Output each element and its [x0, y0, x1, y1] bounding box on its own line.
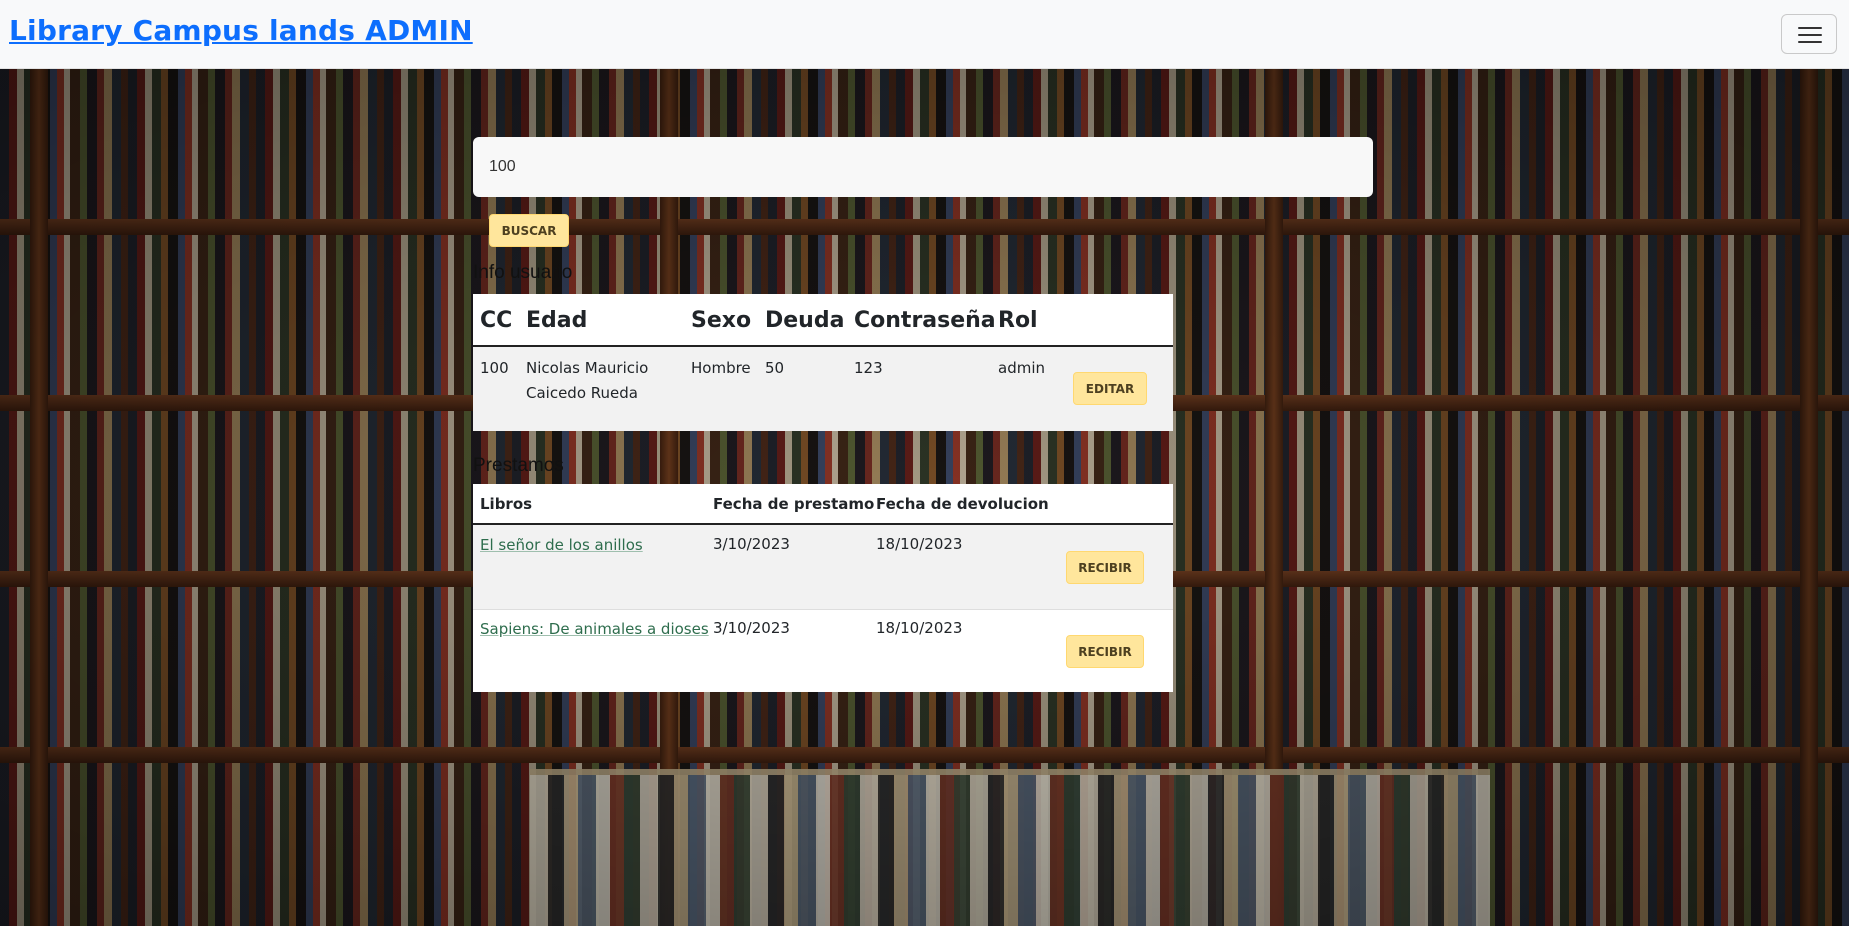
header-libros: Libros — [480, 495, 533, 513]
user-table: CC Edad Sexo Deuda Contraseña Rol 100 Ni… — [473, 294, 1173, 431]
book-link[interactable]: Sapiens: De animales a dioses — [480, 620, 709, 638]
brand-link[interactable]: Library Campus lands ADMIN — [9, 14, 473, 47]
user-deuda: 50 — [765, 359, 785, 377]
user-name: Nicolas Mauricio Caicedo Rueda — [526, 359, 649, 402]
return-date: 18/10/2023 — [876, 535, 963, 553]
header-loan-date: Fecha de prestamo — [713, 495, 875, 513]
header-return-date: Fecha de devolucion — [876, 495, 1049, 513]
header-password: Contraseña — [854, 308, 996, 333]
hamburger-menu-icon[interactable] — [1781, 14, 1837, 54]
user-rol: admin — [998, 359, 1045, 377]
header-edad: Edad — [526, 308, 588, 333]
loan-date: 3/10/2023 — [713, 535, 790, 553]
user-sexo: Hombre — [691, 359, 751, 377]
receive-button[interactable]: RECIBIR — [1066, 635, 1144, 668]
receive-button[interactable]: RECIBIR — [1066, 551, 1144, 584]
navbar: Library Campus lands ADMIN — [0, 0, 1849, 69]
search-button[interactable]: BUSCAR — [489, 214, 569, 247]
loans-section-title: Prestamos — [473, 455, 564, 476]
user-cc: 100 — [480, 359, 509, 377]
user-password: 123 — [854, 359, 883, 377]
header-rol: Rol — [998, 308, 1038, 333]
edit-user-button[interactable]: EDITAR — [1073, 372, 1147, 405]
loans-table: Libros Fecha de prestamo Fecha de devolu… — [473, 484, 1173, 692]
book-link[interactable]: El señor de los anillos — [480, 536, 643, 554]
header-deuda: Deuda — [765, 308, 845, 333]
header-sexo: Sexo — [691, 308, 752, 333]
header-cc: CC — [480, 308, 513, 333]
loan-date: 3/10/2023 — [713, 619, 790, 637]
search-input[interactable] — [473, 137, 1373, 197]
return-date: 18/10/2023 — [876, 619, 963, 637]
user-section-title: Info usuario — [473, 262, 573, 283]
